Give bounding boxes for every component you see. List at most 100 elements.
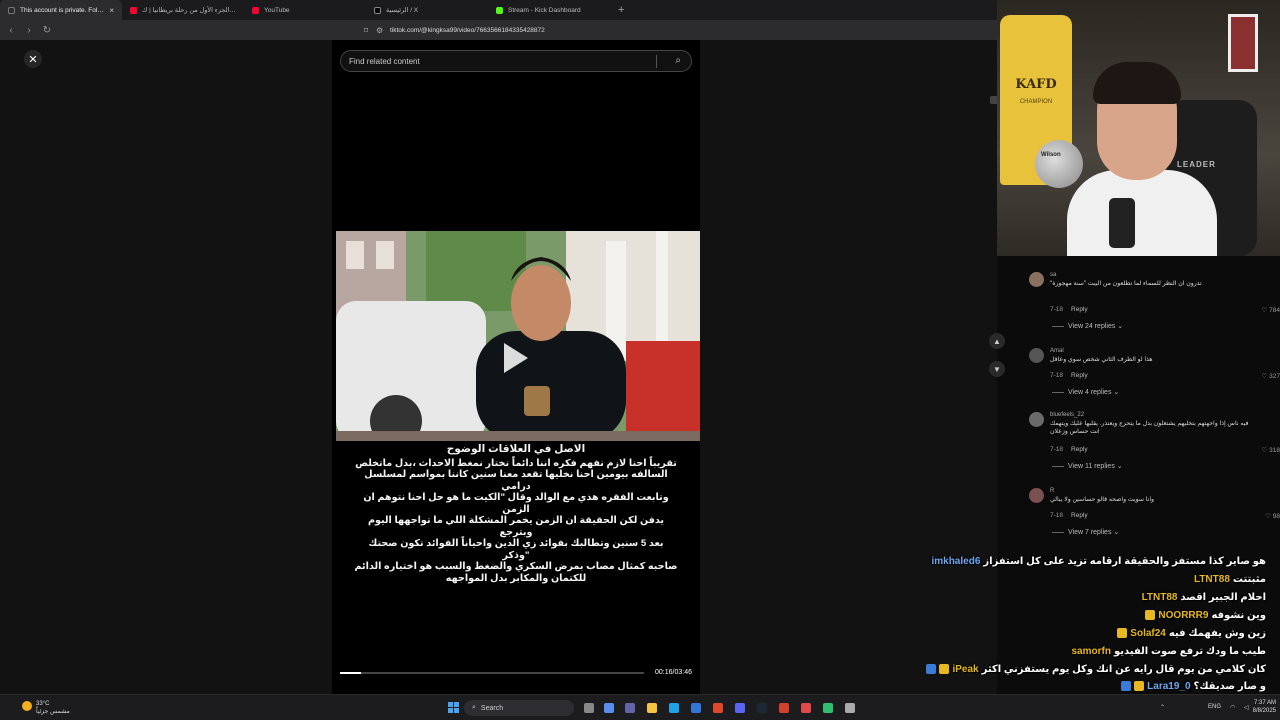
x-favicon-icon [374,6,381,14]
tiktok-favicon-icon [8,6,15,14]
comment-text: تدرون ان النظر للسماء لما تطلعون من البي… [1050,280,1202,287]
copilot-icon[interactable] [604,703,614,713]
new-tab-button[interactable]: + [618,4,624,16]
tab-x[interactable]: الرئيسية / X [366,0,488,20]
caption-title: الاصل في العلاقات الوضوح [446,443,586,455]
reply-button[interactable]: Reply [1071,306,1088,313]
url-text: tiktok.com/@kingksa99/video/766356618433… [390,26,545,34]
site-settings-icon[interactable]: ⚙ [376,26,390,35]
store-icon[interactable] [691,703,701,713]
forward-icon[interactable]: › [22,25,36,36]
like-count[interactable]: ♡ 327 [1262,372,1280,380]
edge-icon[interactable] [669,703,679,713]
taskbar-search[interactable]: ⌕ Search [464,700,574,716]
avatar[interactable] [1029,348,1044,363]
clock-date: 8/8/2025 [1252,708,1276,714]
brave-icon[interactable] [713,703,723,713]
caption-line: للكتمان والمكابر بدل المواجهه [445,572,587,584]
tray-chevron-icon[interactable]: ⌃ [1160,704,1165,711]
chat-text: زين وش يفهمك فيه [1168,627,1266,639]
streamer-body [1067,170,1217,256]
chat-text: وين نشوفه [1211,609,1266,621]
chat-text: هو صاير كذا مستفز والحقيقة ارقامه تزيد ع… [983,555,1266,567]
avatar[interactable] [1029,412,1044,427]
app-icon[interactable] [779,703,789,713]
settings-icon[interactable] [845,703,855,713]
chat-message: LTNT88 مثبتتت [1194,572,1266,586]
weather-desc: مشمس جزئياً [36,709,70,715]
task-view-icon[interactable] [584,703,594,713]
tab-label: This account is private. Follow th [20,6,104,14]
search-divider [656,55,657,68]
caption-line: السالفه بيومين احنا نخليها تقعد معنا سني… [364,469,668,492]
tab-bar: This account is private. Follow th × طلو… [0,0,997,20]
chat-text: و صار صديقك؟ [1193,680,1266,692]
search-icon[interactable]: ⌕ [675,55,681,66]
comment-text: وانا سويت واصحه قالو حساسين ولا يبالي [1050,496,1155,503]
back-icon[interactable]: ‹ [4,25,18,36]
crown-badge-icon [1117,628,1128,638]
like-count[interactable]: ♡ 784 [1262,306,1280,314]
comment: bluefeels_22 فيه ناس إذا واجهتهم بتخليهم… [1024,412,1280,472]
comment-date: 7-18 [1050,372,1064,379]
chevron-up-icon: ▲ [993,336,1001,346]
weather-widget[interactable]: 33°C مشمس جزئياً [22,700,70,716]
divider [1052,325,1064,327]
wifi-icon[interactable]: ◠ [1230,704,1235,711]
like-count[interactable]: ♡ 98 [1265,512,1280,520]
search-input[interactable]: Find related content ⌕ [340,50,692,72]
avatar[interactable] [1029,488,1044,503]
comment-meta: 7-18 Reply [1050,372,1088,379]
video-caption: الاصل في العلاقات الوضوح تقريباً احنا لا… [354,443,678,584]
chat-username: iPeak [952,663,979,675]
steam-icon[interactable] [757,703,767,713]
tab-tiktok[interactable]: This account is private. Follow th × [0,0,122,20]
progress-bar[interactable] [340,672,644,674]
app-icon[interactable] [823,703,833,713]
chat-message: NOORRR9 وين نشوفه [1145,608,1266,622]
search-placeholder: Find related content [349,56,420,66]
view-replies-button[interactable]: View 4 replies ⌄ [1052,388,1119,396]
tab-youtube[interactable]: YouTube [244,0,366,20]
comment-username[interactable]: R [1050,488,1054,494]
comment-meta: 7-18 Reply [1050,512,1088,519]
chat-text: كان كلامي من يوم قال رايه عن انك وكل يوم… [981,663,1266,675]
reply-button[interactable]: Reply [1071,446,1088,453]
ball-text: Wilson [1041,152,1061,158]
subscriber-badge-icon [1121,681,1132,691]
play-icon[interactable] [504,343,528,373]
chat-message: iPeak كان كلامي من يوم قال رايه عن انك و… [926,662,1266,676]
discord-icon[interactable] [735,703,745,713]
chat-username: Solaf24 [1130,627,1166,639]
close-button[interactable]: ✕ [24,50,42,68]
language-indicator[interactable]: ENG [1208,704,1221,710]
reply-button[interactable]: Reply [1071,372,1088,379]
bookmark-icon[interactable]: ⌑ [364,26,376,35]
previous-video-button[interactable]: ▲ [989,333,1005,349]
tab-kick[interactable]: Stream - Kick Dashboard [488,0,610,20]
avatar[interactable] [1029,272,1044,287]
comment-username[interactable]: sa [1050,272,1056,278]
start-button[interactable] [448,702,459,713]
tab-close-icon[interactable]: × [109,6,114,15]
view-replies-button[interactable]: View 7 replies ⌄ [1052,528,1119,536]
tab-youtube-video[interactable]: طلوق الجزء الأول من رحلة بريطانيا | ك [122,0,244,20]
reply-button[interactable]: Reply [1071,512,1088,519]
youtube-favicon-icon [252,6,259,14]
basketball: Wilson [1035,140,1083,188]
teams-icon[interactable] [625,703,635,713]
obs-icon[interactable] [801,703,811,713]
reload-icon[interactable]: ↻ [40,25,54,36]
comment-username[interactable]: bluefeels_22 [1050,412,1084,418]
next-video-button[interactable]: ▼ [989,361,1005,377]
like-count[interactable]: ♡ 318 [1262,446,1280,454]
view-replies-button[interactable]: View 11 replies ⌄ [1052,462,1123,470]
video-frame[interactable] [336,231,700,441]
view-replies-button[interactable]: View 24 replies ⌄ [1052,322,1123,330]
tab-label: Stream - Kick Dashboard [508,6,581,14]
volume-icon[interactable]: ◁ [1244,704,1249,711]
comment-username[interactable]: Amal [1050,348,1064,354]
clock[interactable]: 7:37 AM 8/8/2025 [1253,699,1276,715]
file-explorer-icon[interactable] [647,703,657,713]
url-field[interactable]: ⌑ ⚙ tiktok.com/@kingksa99/video/76635661… [364,22,904,38]
